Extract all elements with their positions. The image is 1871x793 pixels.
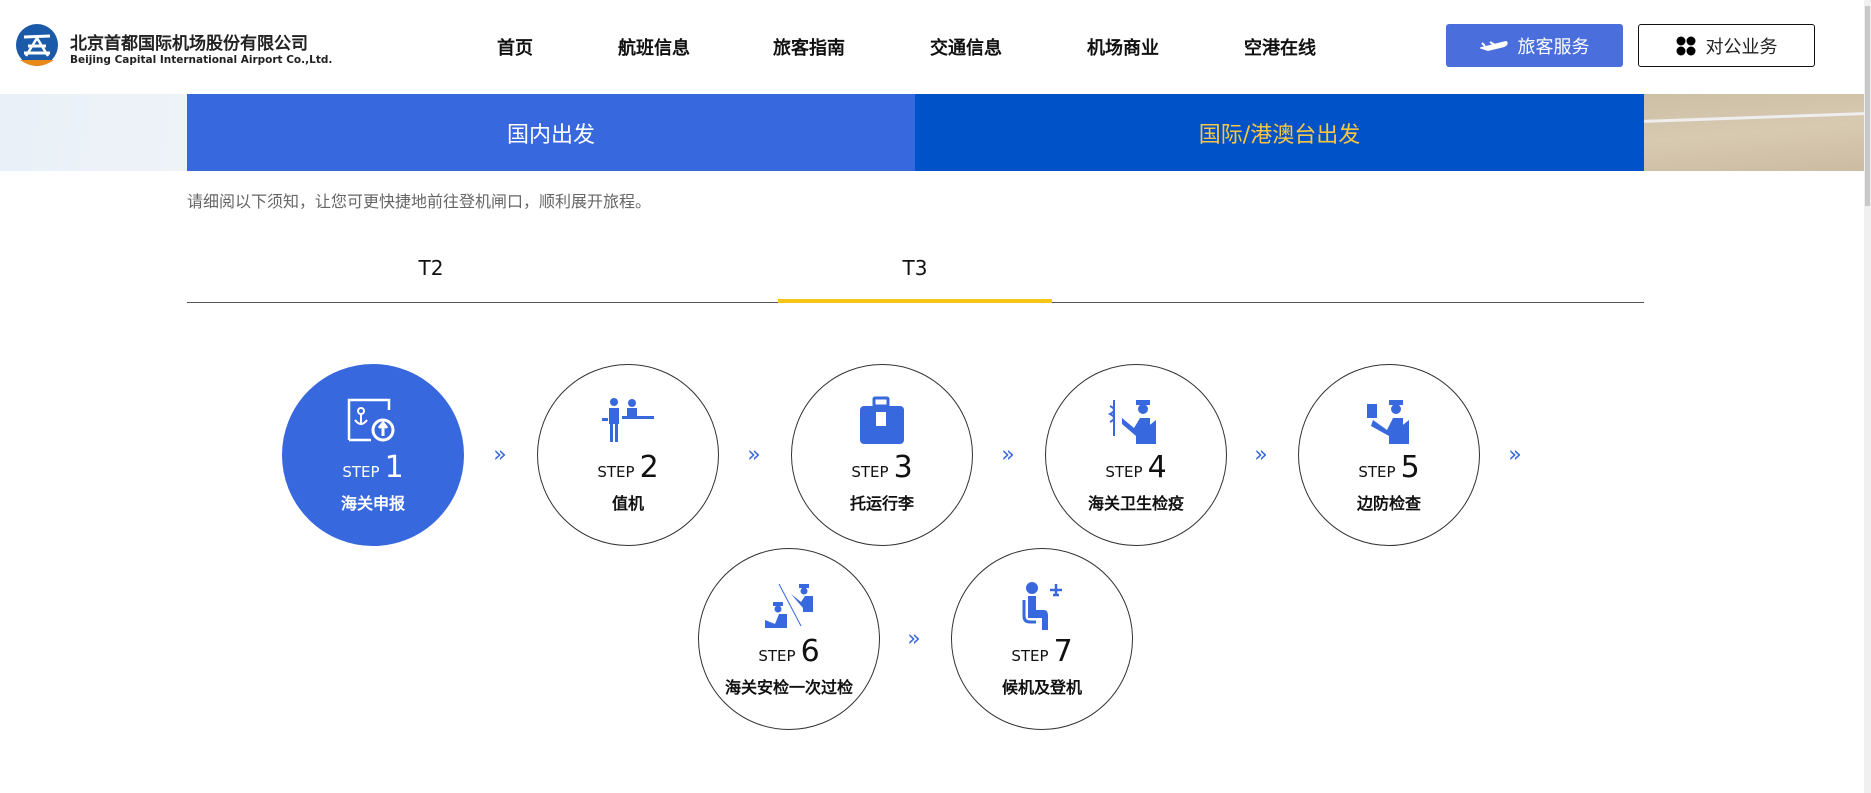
step-name: 托运行李 [849,494,914,513]
notice-text: 请细阅以下须知，让您可更快捷地前往登机闸口，顺利展开旅程。 [187,192,652,211]
step-number: 7 [1053,634,1073,669]
nav-airport-business[interactable]: 机场商业 [1087,34,1159,60]
chevron-double-right-icon: » [1508,442,1522,468]
logo-chinese-name: 北京首都国际机场股份有限公司 [70,33,308,54]
logo[interactable]: 北京首都国际机场股份有限公司 Beijing Capital Internati… [12,24,342,70]
nav-transport-info[interactable]: 交通信息 [930,34,1002,60]
scrollbar-thumb[interactable] [1865,6,1870,206]
step-name: 海关安检一次过检 [724,678,853,697]
nav-flight-info[interactable]: 航班信息 [618,34,690,60]
banner-image-right [1644,94,1864,171]
security-check-icon [765,583,813,628]
step-2[interactable]: STEP 2 值机 [537,364,719,546]
step-4[interactable]: STEP 4 海关卫生检疫 [1045,364,1227,546]
scrollbar[interactable] [1864,0,1871,793]
active-tab-indicator [778,299,1052,303]
passenger-service-label: 旅客服务 [1517,36,1590,58]
tab-terminal-t3[interactable]: T3 [903,256,928,280]
chevron-double-right-icon: » [1001,442,1015,468]
step-name: 海关申报 [340,494,405,513]
step-label: STEP [1011,647,1049,665]
step-label: STEP [342,463,380,481]
customs-declaration-icon [347,398,395,442]
step-name: 海关卫生检疫 [1087,494,1184,513]
border-check-icon [1367,400,1409,444]
health-quarantine-icon [1108,400,1156,444]
luggage-icon [860,396,904,444]
step-label: STEP [851,463,889,481]
corporate-business-button[interactable]: 对公业务 [1638,24,1815,67]
corporate-business-label: 对公业务 [1705,36,1778,58]
site-header: 北京首都国际机场股份有限公司 Beijing Capital Internati… [0,0,1864,94]
logo-english-name: Beijing Capital International Airport Co… [70,53,333,66]
step-number: 1 [384,450,404,485]
banner-image-left [0,94,187,171]
step-3[interactable]: STEP 3 托运行李 [791,364,973,546]
nav-passenger-guide[interactable]: 旅客指南 [773,34,845,60]
nav-airport-online[interactable]: 空港在线 [1244,34,1316,60]
step-6[interactable]: STEP 6 海关安检一次过检 [698,548,880,730]
tab-domestic-departure[interactable]: 国内出发 [187,94,915,171]
step-1[interactable]: STEP 1 海关申报 [282,364,464,546]
chevron-double-right-icon: » [907,626,921,652]
step-name: 值机 [611,494,644,513]
step-name: 边防检查 [1356,494,1421,513]
step-label: STEP [758,647,796,665]
step-label: STEP [1105,463,1143,481]
check-in-icon [602,398,654,442]
step-number: 4 [1147,450,1167,485]
nav-home[interactable]: 首页 [497,34,533,60]
step-label: STEP [1358,463,1396,481]
chevron-double-right-icon: » [1254,442,1268,468]
chevron-double-right-icon: » [747,442,761,468]
tab-terminal-t2[interactable]: T2 [419,256,444,280]
step-number: 2 [639,450,659,485]
step-5[interactable]: STEP 5 边防检查 [1298,364,1480,546]
passenger-service-button[interactable]: 旅客服务 [1446,24,1623,67]
step-number: 3 [893,450,913,485]
step-7[interactable]: STEP 7 候机及登机 [951,548,1133,730]
step-label: STEP [597,463,635,481]
chevron-double-right-icon: » [493,442,507,468]
step-number: 6 [800,634,820,669]
boarding-icon [1022,582,1062,630]
airport-logo-icon [16,24,58,66]
step-number: 5 [1400,450,1420,485]
tab-international-departure[interactable]: 国际/港澳台出发 [915,94,1644,171]
plane-takeoff-icon [1479,40,1508,51]
grid-icon [1676,36,1695,55]
step-name: 候机及登机 [1001,678,1082,697]
